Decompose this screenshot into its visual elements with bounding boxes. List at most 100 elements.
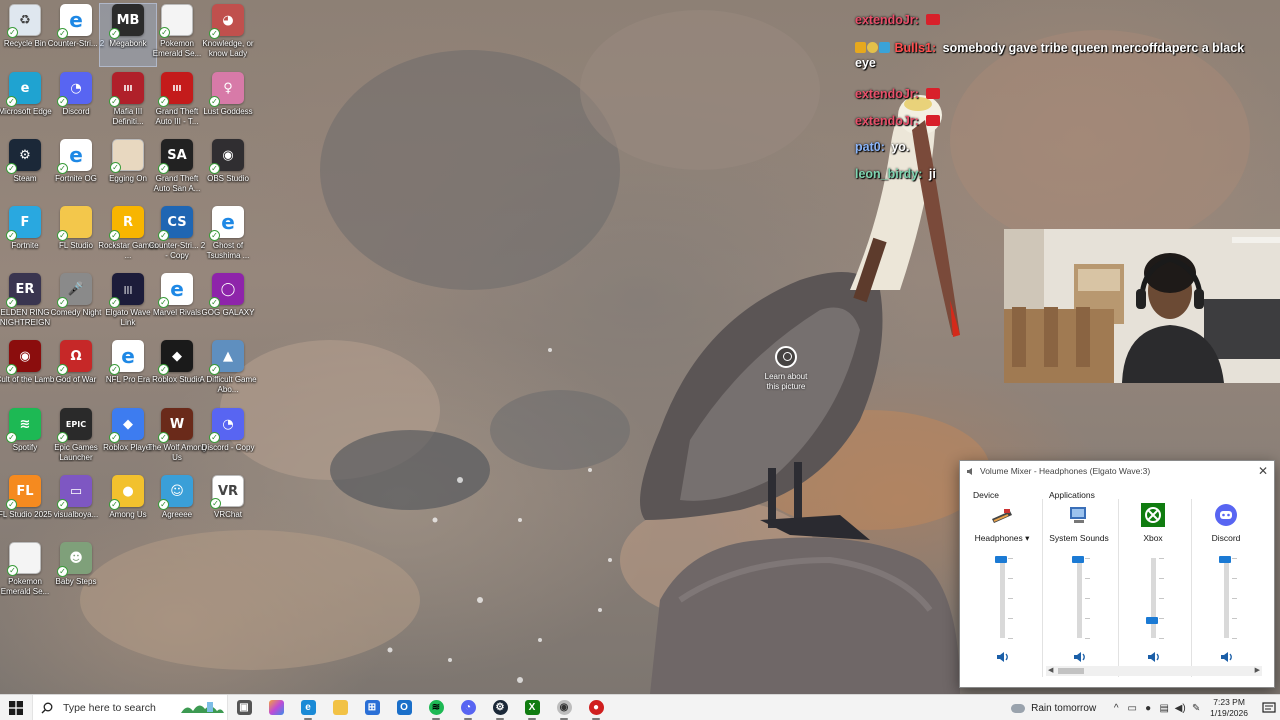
chat-username: extendoJr:	[855, 114, 919, 128]
desktop-icon[interactable]: ☺ ✓ Agreeee	[149, 475, 205, 537]
desktop-icon[interactable]: ER ✓ ELDEN RING NIGHTREIGN	[0, 273, 53, 335]
desktop-icon[interactable]: ◔ ✓ Discord	[48, 72, 104, 134]
close-icon[interactable]: ✕	[1258, 464, 1268, 478]
desktop-icon[interactable]: ◉ ✓ OBS Studio	[200, 139, 256, 201]
taskbar-search-box[interactable]: Type here to search	[32, 694, 228, 720]
taskbar-app[interactable]	[324, 695, 356, 720]
desktop-icon[interactable]: W ✓ The Wolf Among Us	[148, 408, 207, 470]
chat-username: pat0:	[855, 140, 885, 154]
taskbar-app[interactable]: ⊞	[356, 695, 388, 720]
mixer-channel: Headphones ▾	[966, 503, 1038, 673]
dropdown-arrow-icon[interactable]: ▾	[1023, 533, 1029, 543]
desktop-icon[interactable]: ☻ ✓ Baby Steps	[48, 542, 104, 604]
volume-icon[interactable]: ◀)	[1172, 695, 1188, 720]
system-sounds-icon[interactable]	[1066, 503, 1092, 527]
scroll-right-icon[interactable]: ▶	[1255, 666, 1260, 676]
mute-speaker-icon[interactable]	[1073, 650, 1087, 662]
taskbar-app[interactable]: ▣	[228, 695, 260, 720]
mute-speaker-icon[interactable]	[1220, 650, 1234, 662]
desktop-icon[interactable]: F ✓ Fortnite	[0, 206, 53, 268]
taskbar-app[interactable]: ⚙	[484, 695, 516, 720]
chevron-up-icon[interactable]: ^	[1108, 695, 1124, 720]
weather-widget[interactable]: Rain tomorrow	[1011, 698, 1096, 714]
taskbar-app[interactable]: e	[292, 695, 324, 720]
taskbar-app[interactable]: O	[388, 695, 420, 720]
volume-mixer-titlebar[interactable]: Volume Mixer - Headphones (Elgato Wave:3…	[960, 461, 1274, 481]
desktop-icon[interactable]: ♻ ✓ Recycle Bin	[0, 4, 53, 66]
desktop-icon[interactable]: ⚙ ✓ Steam	[0, 139, 53, 201]
network-icon[interactable]: ▤	[1156, 695, 1172, 720]
desktop-icon[interactable]: ◆ ✓ Roblox Studio	[149, 340, 205, 402]
desktop-icon[interactable]: ▭ ✓ visualboya...	[48, 475, 104, 537]
pen-icon[interactable]: ✎	[1188, 695, 1204, 720]
mixer-channel-name[interactable]: Headphones ▾	[966, 533, 1038, 544]
desktop-icon[interactable]: ✓ Pokemon Emerald Se...	[0, 542, 53, 604]
scroll-left-icon[interactable]: ◀	[1048, 666, 1053, 676]
desktop-icon[interactable]: III ✓ Grand Theft Auto III - T...	[149, 72, 205, 134]
sync-status-icon: ✓	[158, 432, 169, 443]
emote-icon	[925, 88, 940, 99]
desktop-icon[interactable]: ✓ Pokemon Emerald Se...	[149, 4, 205, 66]
sync-status-icon: ✓	[7, 565, 18, 576]
start-button[interactable]	[0, 695, 32, 720]
taskbar-app[interactable]	[260, 695, 292, 720]
scrollbar-thumb[interactable]	[1058, 668, 1084, 674]
webcam-scene	[1004, 229, 1280, 383]
desktop-icon[interactable]: e ✓ Marvel Rivals	[149, 273, 205, 335]
xbox-icon[interactable]	[1140, 503, 1166, 527]
desktop-icon[interactable]: e ✓ Fortnite OG	[48, 139, 104, 201]
volume-slider-thumb[interactable]	[1072, 556, 1084, 563]
desktop-icon[interactable]: CS ✓ Counter-Stri... 2 - Copy	[149, 206, 205, 268]
desktop-icon[interactable]: e ✓ Counter-Stri... 2	[48, 4, 104, 66]
desktop-icon[interactable]: SA ✓ Grand Theft Auto San A...	[149, 139, 205, 201]
desktop-icon[interactable]: e ✓ Ghost of Tsushima ...	[200, 206, 256, 268]
desktop-icon[interactable]: FL ✓ FL Studio 2025	[0, 475, 53, 537]
volume-slider-track[interactable]	[1000, 558, 1005, 638]
microphone-icon[interactable]: ●	[1140, 695, 1156, 720]
mute-speaker-icon[interactable]	[996, 650, 1010, 662]
taskbar-app[interactable]: ◉	[548, 695, 580, 720]
sync-status-icon: ✓	[57, 432, 68, 443]
taskbar-app[interactable]: ≋	[420, 695, 452, 720]
desktop-icon[interactable]: ♀ ✓ Lust Goddess	[200, 72, 256, 134]
desktop-icon[interactable]: VR ✓ VRChat	[200, 475, 256, 537]
taskbar-app[interactable]: ●	[580, 695, 612, 720]
volume-slider-thumb[interactable]	[1146, 616, 1158, 624]
desktop-icon[interactable]: 🎤 ✓ Comedy Night	[48, 273, 104, 335]
volume-slider-thumb[interactable]	[1219, 556, 1231, 563]
taskbar-app[interactable]: ◔	[452, 695, 484, 720]
desktop-icon[interactable]: ▲ ✓ A Difficult Game Abo...	[199, 340, 257, 402]
volume-slider-track[interactable]	[1077, 558, 1082, 638]
sync-status-icon: ✓	[6, 96, 17, 107]
desktop-icon-label: Epic Games Launcher	[54, 443, 98, 462]
desktop-icon[interactable]: Ω ✓ God of War	[48, 340, 104, 402]
taskbar-clock[interactable]: 7:23 PM 1/19/2026	[1210, 697, 1248, 719]
volume-slider-ticks	[1159, 558, 1165, 639]
mute-speaker-icon[interactable]	[1147, 650, 1161, 662]
learn-about-picture[interactable]: Learn about this picture	[760, 346, 812, 391]
desktop-icon[interactable]: e ✓ NFL Pro Era	[100, 340, 156, 402]
desktop-icon[interactable]: ◕ ✓ Knowledge, or know Lady	[200, 4, 256, 66]
sync-status-icon: ✓	[109, 364, 120, 375]
sync-status-icon: ✓	[57, 28, 68, 39]
desktop-icon[interactable]: ◯ ✓ GOG GALAXY	[200, 273, 256, 335]
discord-icon[interactable]	[1213, 503, 1239, 527]
desktop-icon[interactable]: e ✓ Microsoft Edge	[0, 72, 53, 134]
volume-slider-track[interactable]	[1224, 558, 1229, 638]
taskbar-app[interactable]: X	[516, 695, 548, 720]
clock-time: 7:23 PM	[1213, 697, 1245, 707]
notification-icon[interactable]	[1258, 702, 1280, 714]
volume-slider-track[interactable]	[1151, 558, 1156, 638]
desktop-icon[interactable]: ||| ✓ Elgato Wave Link	[100, 273, 156, 335]
mixer-horizontal-scrollbar[interactable]: ◀ ▶	[1046, 666, 1262, 676]
desktop-icon[interactable]: ✓ FL Studio	[48, 206, 104, 268]
headphones-icon[interactable]	[989, 503, 1015, 527]
desktop-icon[interactable]: ● ✓ Among Us	[100, 475, 156, 537]
display-icon[interactable]: ▭	[1124, 695, 1140, 720]
desktop-icon[interactable]: ◉ ✓ Cult of the Lamb	[0, 340, 54, 402]
volume-slider-thumb[interactable]	[995, 556, 1007, 563]
sync-status-icon: ✓	[6, 499, 17, 510]
epic-games-icon: EPIC ✓	[57, 408, 92, 443]
desktop-icon[interactable]: EPIC ✓ Epic Games Launcher	[48, 408, 104, 470]
desktop-icon[interactable]: ◔ ✓ Discord - Copy	[200, 408, 256, 470]
